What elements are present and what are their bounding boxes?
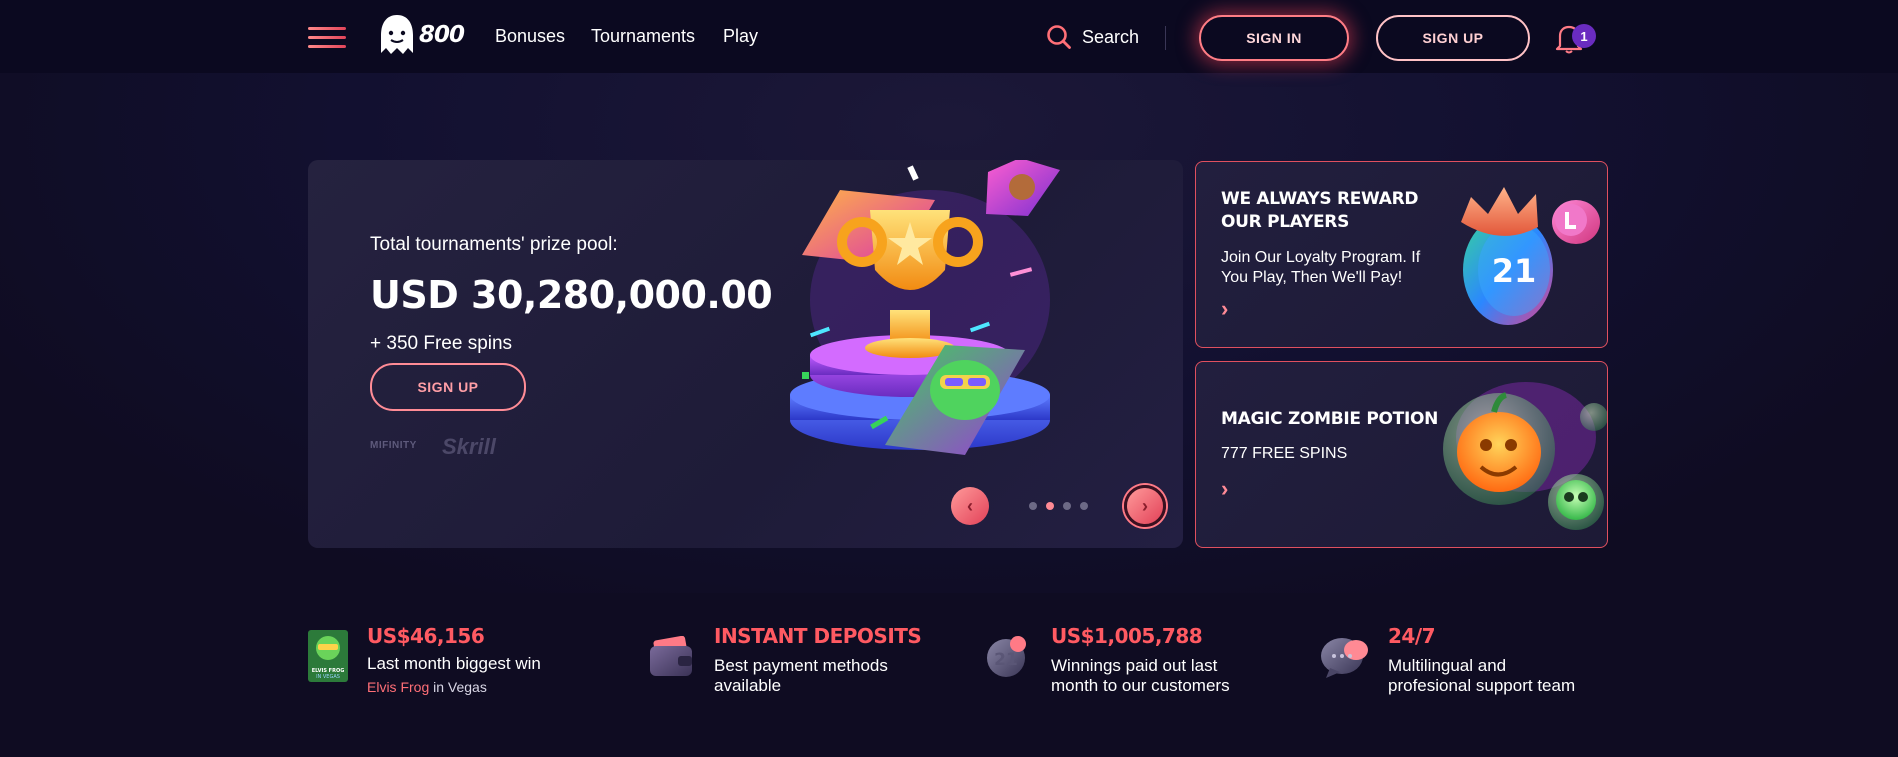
search-icon [1047, 25, 1071, 49]
free-spins-text: + 350 Free spins [370, 333, 513, 354]
sign-in-button[interactable]: SIGN IN [1199, 15, 1349, 61]
logo-text: 800 [419, 22, 465, 48]
mifinity-logo: MIFINITY [370, 440, 417, 451]
loyalty-program-card[interactable]: WE ALWAYS REWARD OUR PLAYERS Join Our Lo… [1195, 161, 1608, 348]
skrill-logo: Skrill [442, 434, 496, 459]
loyalty-coin-illustration: 21 [1461, 187, 1600, 325]
search-label: Search [1082, 26, 1140, 47]
card-text: You Play, Then We'll Pay! [1221, 269, 1403, 286]
carousel-dot[interactable] [1063, 502, 1071, 510]
chevron-right-icon[interactable]: › [1221, 296, 1228, 322]
card-text: Join Our Loyalty Program. If [1221, 249, 1421, 266]
stat-text: Winnings paid out last [1051, 656, 1218, 675]
nav-tournaments[interactable]: Tournaments [591, 26, 695, 47]
carousel-dot[interactable] [1029, 502, 1037, 510]
card-text: 777 FREE SPINS [1221, 445, 1348, 462]
game-link[interactable]: Elvis Frog [367, 679, 429, 695]
ghost-icon [381, 15, 413, 54]
sign-up-button[interactable]: SIGN UP [1376, 15, 1530, 61]
carousel-prev-button[interactable]: ‹ [951, 487, 989, 525]
carousel-dot[interactable] [1080, 502, 1088, 510]
stat-text: Best payment methods [714, 656, 888, 675]
header-divider [1165, 26, 1166, 50]
top-bar [0, 0, 1898, 73]
prize-pool-amount: USD 30,280,000.00 [370, 273, 773, 317]
nav-bonuses[interactable]: Bonuses [495, 26, 565, 47]
chat-bubble-icon [1321, 638, 1368, 678]
stat-value: US$1,005,788 [1051, 624, 1203, 648]
carousel-next-button[interactable]: › [1124, 485, 1166, 527]
stat-text: Last month biggest win [367, 654, 541, 673]
stat-value: INSTANT DEPOSITS [714, 624, 922, 648]
stat-game-line: Elvis Frog in Vegas [367, 679, 487, 695]
chevron-left-icon: ‹ [967, 495, 973, 516]
search-button[interactable]: Search [1046, 24, 1139, 50]
thumbnail-subtitle: IN VEGAS [316, 674, 340, 680]
coin-number: 21 [1492, 252, 1537, 290]
stat-text: profesional support team [1388, 676, 1576, 695]
card-title: MAGIC ZOMBIE POTION [1221, 409, 1439, 429]
trophy-illustration [790, 160, 1060, 455]
stat-text: month to our customers [1051, 676, 1230, 695]
menu-icon[interactable] [308, 27, 346, 48]
magic-zombie-potion-card[interactable]: MAGIC ZOMBIE POTION 777 FREE SPINS › [1195, 361, 1608, 548]
pumpkin-potion-illustration [1443, 382, 1607, 530]
hero-sign-up-button[interactable]: SIGN UP [370, 363, 526, 411]
card-title: OUR PLAYERS [1221, 212, 1350, 232]
hero-subtitle: Total tournaments' prize pool: [370, 234, 618, 255]
coin-icon: 21 [987, 636, 1026, 677]
coin-number: 21 [994, 650, 1018, 670]
elvis-frog-game-thumbnail[interactable]: ELVIS FROG IN VEGAS [308, 630, 348, 682]
notification-badge: 1 [1572, 24, 1596, 48]
hero-banner: Total tournaments' prize pool: USD 30,28… [308, 160, 1183, 548]
stat-text: Multilingual and [1388, 656, 1507, 675]
game-provider: in Vegas [433, 679, 487, 695]
site-logo[interactable]: 800 [377, 12, 467, 58]
carousel-dot-active[interactable] [1046, 502, 1054, 510]
carousel-dots [1029, 502, 1088, 510]
wallet-icon [650, 636, 692, 676]
chevron-right-icon: › [1142, 495, 1148, 516]
nav-play[interactable]: Play [723, 26, 758, 47]
card-title: WE ALWAYS REWARD [1221, 189, 1419, 209]
chevron-right-icon[interactable]: › [1221, 476, 1228, 502]
stat-value: 24/7 [1388, 624, 1436, 648]
stat-text: available [714, 676, 782, 695]
stat-value: US$46,156 [367, 624, 485, 648]
